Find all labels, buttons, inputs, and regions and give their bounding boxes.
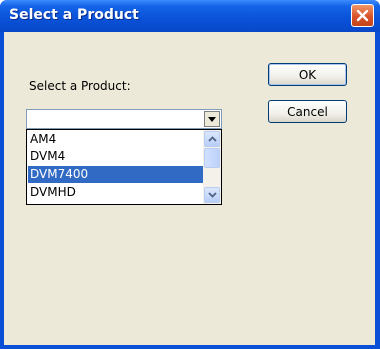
close-button[interactable] (351, 4, 374, 27)
scroll-up-icon (208, 136, 217, 142)
title-bar[interactable]: Select a Product (0, 0, 380, 32)
chevron-down-icon (208, 117, 216, 122)
combo-dropdown-button[interactable] (204, 111, 220, 127)
cancel-button[interactable]: Cancel (268, 100, 347, 123)
ok-button[interactable]: OK (268, 63, 347, 86)
scroll-down-icon (208, 192, 217, 198)
product-dropdown-list[interactable]: AM4 DVM4 DVM7400 DVMHD (26, 129, 222, 205)
scroll-down-button[interactable] (204, 187, 220, 203)
product-label: Select a Product: (29, 79, 131, 93)
dialog-window: Select a Product Select a Product: OK Ca… (0, 0, 380, 349)
dialog-body: Select a Product: OK Cancel AM4 DVM4 DVM… (4, 32, 375, 345)
product-combobox[interactable] (26, 109, 222, 129)
list-scrollbar[interactable] (203, 130, 221, 204)
window-title: Select a Product (9, 7, 139, 23)
list-item[interactable]: DVMHD (28, 184, 203, 201)
scroll-up-button[interactable] (204, 131, 220, 147)
close-icon (356, 9, 369, 22)
list-item[interactable]: DVM4 (28, 148, 203, 165)
list-item-selected[interactable]: DVM7400 (28, 166, 203, 183)
list-item[interactable]: AM4 (28, 131, 203, 148)
scroll-thumb[interactable] (204, 148, 220, 168)
